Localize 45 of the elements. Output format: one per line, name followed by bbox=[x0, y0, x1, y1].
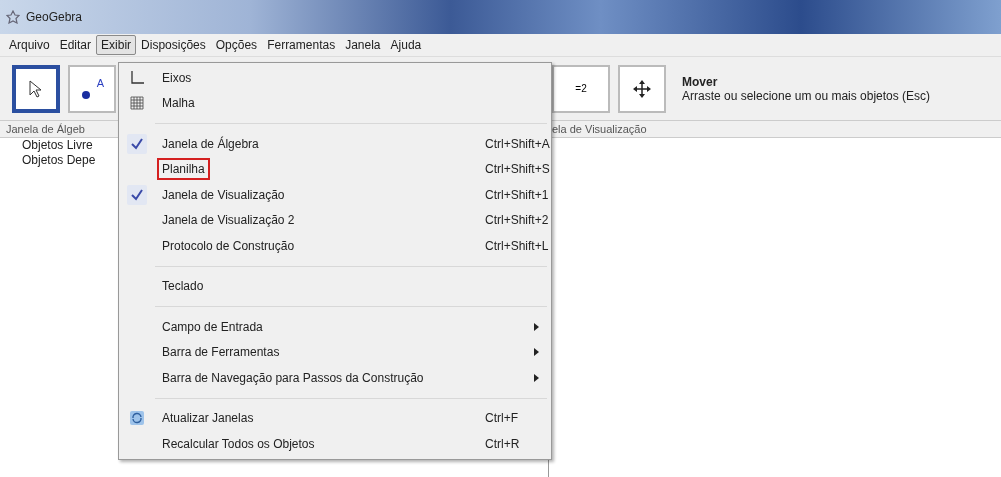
shortcut-text: Ctrl+Shift+S bbox=[485, 162, 550, 177]
panel-title: ela de Visualização bbox=[549, 121, 1001, 138]
shortcut-text: Ctrl+Shift+1 bbox=[485, 187, 549, 202]
cursor-icon bbox=[28, 78, 44, 99]
menu-item[interactable]: Ajuda bbox=[385, 35, 427, 55]
tool-button[interactable]: A bbox=[68, 64, 116, 113]
menu-item[interactable]: Barra de Ferramentas bbox=[157, 341, 285, 364]
tool-button[interactable] bbox=[618, 64, 666, 113]
menu-item[interactable]: Arquivo bbox=[4, 35, 55, 55]
menu-item[interactable]: Opções bbox=[210, 35, 263, 55]
shortcut-text: Ctrl+Shift+2 bbox=[485, 213, 549, 228]
menu-item[interactable]: Janela de Visualização bbox=[157, 183, 290, 206]
menu-item[interactable]: Ferramentas bbox=[262, 35, 341, 55]
menu-item[interactable]: Campo de Entrada bbox=[157, 315, 268, 338]
axes-icon bbox=[129, 69, 145, 86]
shortcut-text: Ctrl+F bbox=[485, 411, 518, 426]
tool-help: Arraste ou selecione um ou mais objetos (Esc) bbox=[682, 88, 931, 103]
window-title: GeoGebra bbox=[26, 10, 83, 24]
check-icon bbox=[127, 133, 147, 154]
tool-button[interactable] bbox=[12, 64, 60, 113]
submenu-arrow-icon bbox=[534, 322, 539, 331]
star-icon bbox=[6, 10, 20, 24]
check-icon bbox=[127, 184, 147, 205]
menu-item[interactable]: Editar bbox=[54, 35, 97, 55]
menu-item[interactable]: Teclado bbox=[157, 275, 209, 298]
menu-item[interactable]: Planilha bbox=[157, 158, 210, 181]
shortcut-text: Ctrl+Shift+A bbox=[485, 136, 550, 151]
shortcut-text: Ctrl+Shift+L bbox=[485, 238, 549, 253]
menu-item[interactable]: Exibir bbox=[96, 35, 137, 55]
shortcut-text: Ctrl+R bbox=[485, 436, 520, 451]
menu-item[interactable]: Protocolo de Construção bbox=[157, 234, 300, 257]
menu-item[interactable]: Disposições bbox=[136, 35, 211, 55]
menu-item[interactable]: Recalcular Todos os Objetos bbox=[157, 432, 320, 455]
menu-item[interactable]: Eixos bbox=[157, 66, 197, 89]
grid-icon bbox=[130, 96, 144, 111]
submenu-arrow-icon bbox=[534, 373, 539, 382]
menu-item[interactable]: Barra de Navegação para Passos da Construção bbox=[157, 366, 429, 389]
menu-item[interactable]: Janela bbox=[340, 35, 386, 55]
tool-name: Mover bbox=[682, 74, 719, 89]
menu-item[interactable]: Janela de Visualização 2 bbox=[157, 209, 300, 232]
menu-item[interactable]: Malha bbox=[157, 92, 200, 115]
tool-button[interactable]: =2 bbox=[552, 64, 610, 113]
refresh-icon bbox=[129, 410, 145, 427]
menu-item[interactable]: Atualizar Janelas bbox=[157, 407, 259, 430]
submenu-arrow-icon bbox=[534, 348, 539, 357]
